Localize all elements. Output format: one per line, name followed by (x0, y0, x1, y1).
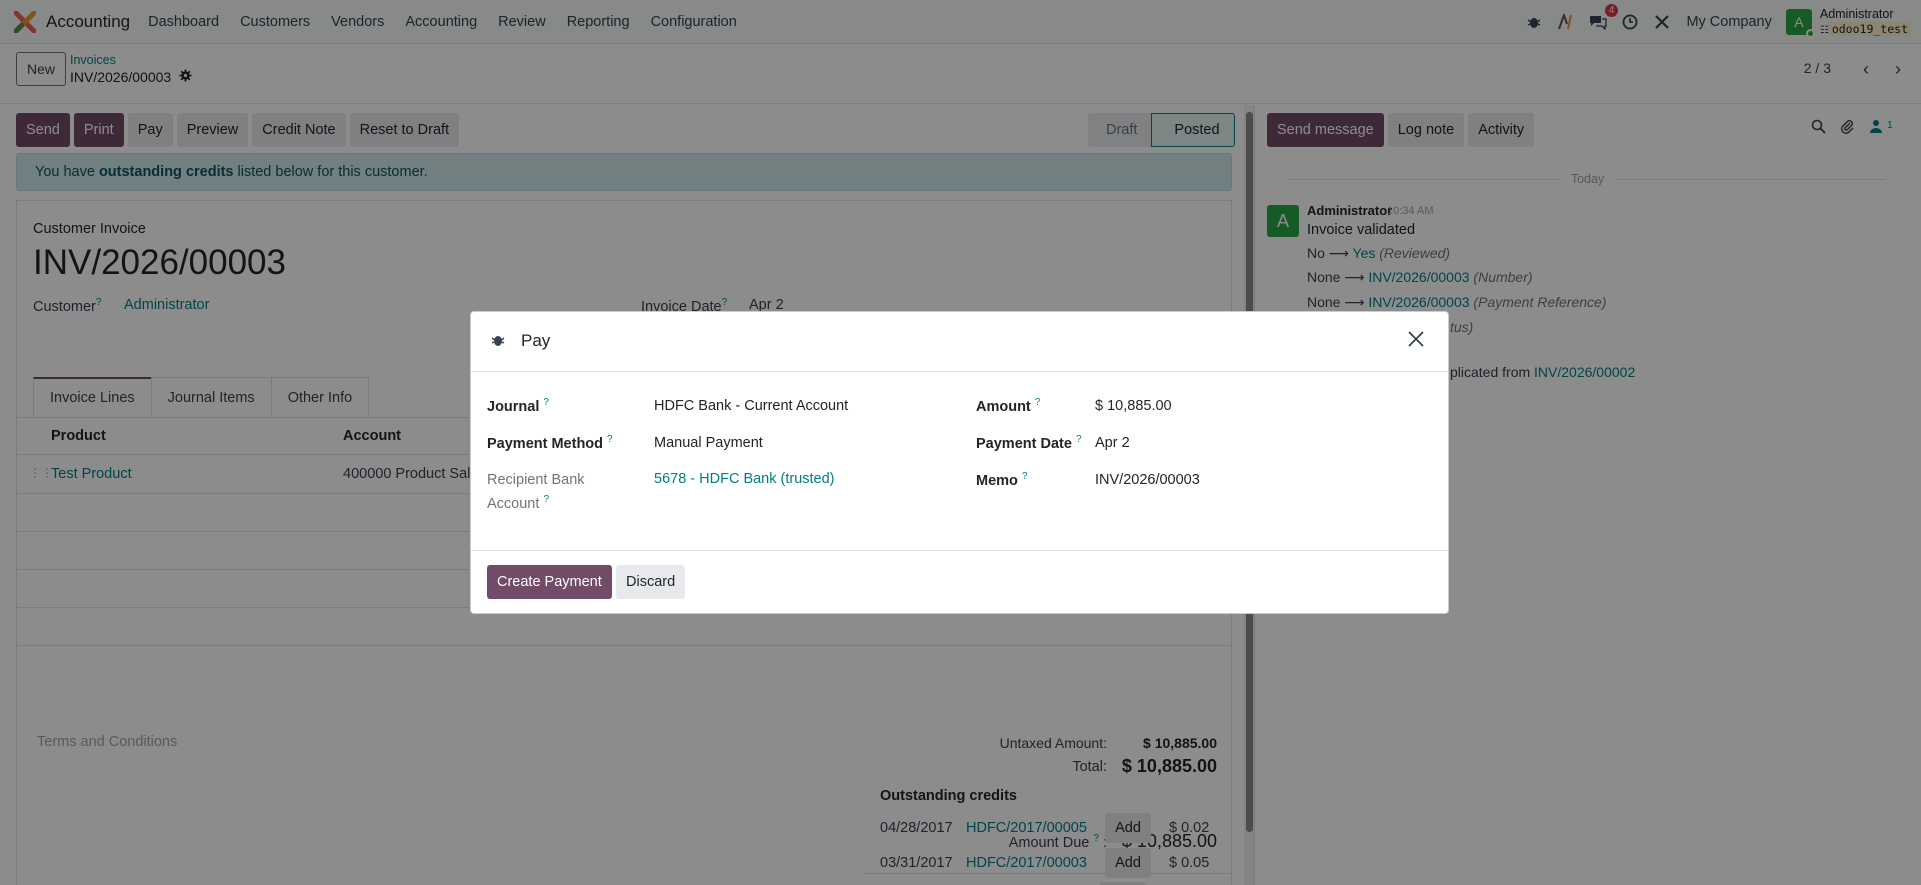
journal-label: Journal ? (487, 397, 549, 415)
dialog-footer: Create Payment Discard (471, 550, 1448, 614)
create-payment-button[interactable]: Create Payment (487, 565, 612, 599)
payment-date-label-text: Payment Date (976, 435, 1072, 452)
debug-bug-icon[interactable] (491, 333, 505, 350)
discard-button[interactable]: Discard (616, 565, 686, 599)
amount-label: Amount ? (976, 397, 1040, 415)
payment-method-field[interactable]: Manual Payment (654, 435, 763, 451)
payment-method-label: Payment Method ? (487, 434, 613, 452)
dialog-header: Pay (471, 312, 1448, 372)
recipient-bank-account-label: Recipient Bank Account ? (487, 470, 585, 514)
dialog-title: Pay (521, 331, 551, 350)
amount-field[interactable]: $ 10,885.00 (1095, 398, 1172, 414)
help-icon[interactable]: ? (543, 494, 549, 505)
payment-date-label: Payment Date ? (976, 434, 1082, 452)
help-icon[interactable]: ? (1076, 434, 1082, 445)
amount-label-text: Amount (976, 398, 1031, 415)
memo-label: Memo ? (976, 471, 1028, 489)
payment-method-label-text: Payment Method (487, 435, 604, 452)
payment-date-field[interactable]: Apr 2 (1095, 435, 1130, 451)
recipient-label-line2: Account (487, 495, 540, 512)
help-icon[interactable]: ? (543, 397, 549, 408)
help-icon[interactable]: ? (1035, 397, 1041, 408)
journal-field[interactable]: HDFC Bank - Current Account (654, 398, 848, 414)
help-icon[interactable]: ? (607, 434, 613, 445)
memo-field[interactable]: INV/2026/00003 (1095, 472, 1200, 488)
close-icon[interactable] (1404, 327, 1428, 355)
memo-label-text: Memo (976, 472, 1018, 489)
help-icon[interactable]: ? (1022, 471, 1028, 482)
recipient-label-line1: Recipient Bank (487, 472, 585, 488)
journal-label-text: Journal (487, 398, 540, 415)
pay-dialog: Pay Journal ? HDFC Bank - Current Accoun… (470, 311, 1449, 614)
recipient-bank-account-field[interactable]: 5678 - HDFC Bank (trusted) (654, 471, 835, 487)
